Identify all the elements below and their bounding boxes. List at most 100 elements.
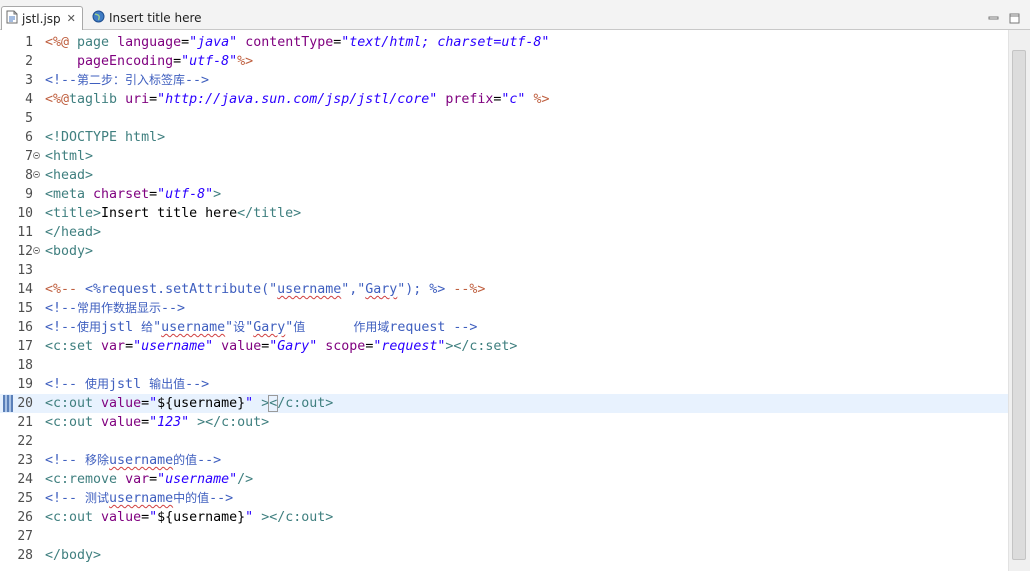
code-token: "utf-8": [181, 54, 238, 69]
code-token: 中的值: [173, 491, 210, 505]
code-line[interactable]: 27: [0, 527, 1008, 546]
code-line[interactable]: 26 <c:out value="${username}" ></c:out>: [0, 508, 1008, 527]
code-token: value: [221, 339, 262, 354]
code-line[interactable]: 15 <!--常用作数据显示-->: [0, 299, 1008, 318]
code-text: <html>: [45, 147, 93, 166]
code-token: "123": [149, 415, 190, 430]
code-line[interactable]: 6 <!DOCTYPE html>: [0, 128, 1008, 147]
code-token: --%>: [453, 282, 486, 297]
code-token: =: [141, 396, 150, 411]
code-token: pageEncoding: [77, 54, 174, 69]
code-token: -->: [209, 491, 234, 506]
code-text: <c:out value="${username}" ></c:out>: [45, 508, 333, 527]
vertical-scrollbar[interactable]: [1008, 30, 1030, 571]
code-token: page: [69, 35, 118, 50]
code-line[interactable]: 19 <!-- 使用jstl 输出值-->: [0, 375, 1008, 394]
line-number: 17: [17, 339, 33, 354]
line-number: 21: [17, 415, 33, 430]
line-number: 3: [25, 73, 33, 88]
code-token: ": [149, 396, 158, 411]
code-token: Insert title here: [101, 206, 238, 221]
line-number: 7: [25, 149, 33, 164]
code-line[interactable]: 23 <!-- 移除username的值-->: [0, 451, 1008, 470]
code-token: %>: [237, 54, 254, 69]
code-token: %>: [525, 92, 550, 107]
fold-toggle-icon[interactable]: [33, 152, 40, 159]
code-line[interactable]: 2 pageEncoding="utf-8"%>: [0, 52, 1008, 71]
code-token: </title>: [237, 206, 302, 221]
code-token: request: [389, 320, 454, 335]
code-token: jstl: [101, 320, 142, 335]
minimize-icon[interactable]: [988, 9, 999, 20]
fold-toggle-icon[interactable]: [33, 171, 40, 178]
tab-jstl-jsp[interactable]: jstl.jsp ✕: [1, 6, 83, 30]
code-token: =: [141, 415, 150, 430]
code-line[interactable]: 7 <html>: [0, 147, 1008, 166]
line-number: 6: [25, 130, 33, 145]
fold-toggle-icon[interactable]: [33, 247, 40, 254]
code-token: scope: [325, 339, 366, 354]
code-line[interactable]: 10 <title>Insert title here</title>: [0, 204, 1008, 223]
code-text: </head>: [45, 223, 101, 242]
code-line[interactable]: 17 <c:set var="username" value="Gary" sco…: [0, 337, 1008, 356]
line-number: 4: [25, 92, 33, 107]
code-token: <body>: [45, 244, 94, 259]
code-token: "); %>: [397, 282, 454, 297]
code-token: "c": [501, 92, 526, 107]
code-token: <title>: [45, 206, 102, 221]
scrollbar-thumb[interactable]: [1012, 50, 1026, 560]
line-number: 5: [25, 111, 33, 126]
code-line[interactable]: 24 <c:remove var="username"/>: [0, 470, 1008, 489]
code-line[interactable]: 22: [0, 432, 1008, 451]
code-line[interactable]: 20 <c:out value="${username}" ></c:out>: [0, 394, 1008, 413]
code-line[interactable]: 4 <%@taglib uri="http://java.sun.com/jsp/…: [0, 90, 1008, 109]
code-text: <head>: [45, 166, 93, 185]
code-line[interactable]: 3 <!--第二步：引入标签库-->: [0, 71, 1008, 90]
line-number: 11: [17, 225, 33, 240]
code-line[interactable]: 1 <%@ page language="java" contentType="t…: [0, 33, 1008, 52]
code-line[interactable]: 13: [0, 261, 1008, 280]
code-line[interactable]: 11 </head>: [0, 223, 1008, 242]
code-token: <meta: [45, 187, 94, 202]
code-text: <title>Insert title here</title>: [45, 204, 301, 223]
code-line[interactable]: 28 </body>: [0, 546, 1008, 565]
code-token: ": [149, 510, 158, 525]
code-line[interactable]: 12 <body>: [0, 242, 1008, 261]
code-text: <body>: [45, 242, 93, 261]
code-token: "java": [189, 35, 238, 50]
code-line[interactable]: 21 <c:out value="123" ></c:out>: [0, 413, 1008, 432]
code-token: <c:remove: [45, 472, 126, 487]
code-token: <%@: [45, 92, 70, 107]
code-line[interactable]: 8 <head>: [0, 166, 1008, 185]
code-editor[interactable]: 1 <%@ page language="java" contentType="t…: [0, 30, 1008, 571]
code-token: "utf-8": [157, 187, 214, 202]
code-token: 给: [141, 320, 154, 334]
code-line[interactable]: 14 <%-- <%request.setAttribute("username"…: [0, 280, 1008, 299]
line-number: 25: [17, 491, 33, 506]
code-token: "request": [373, 339, 446, 354]
code-token: 第二步：引入标签库: [77, 73, 186, 87]
maximize-icon[interactable]: [1009, 9, 1020, 24]
code-token: ": [245, 510, 254, 525]
code-text: <c:out value="${username}" ></c:out>: [45, 394, 333, 413]
code-token: language: [117, 35, 182, 50]
code-token: -->: [185, 377, 210, 392]
line-number: 14: [17, 282, 33, 297]
code-line[interactable]: 16 <!--使用jstl 给"username"设"Gary"值 作用域requ…: [0, 318, 1008, 337]
editor-tab-bar: jstl.jsp ✕ Insert title here: [0, 0, 1030, 30]
code-token: -->: [185, 73, 210, 88]
tab-insert-title-here[interactable]: Insert title here: [88, 6, 228, 30]
code-line[interactable]: 9 <meta charset="utf-8">: [0, 185, 1008, 204]
code-token: <!DOCTYPE html>: [45, 130, 166, 145]
line-number: 10: [17, 206, 33, 221]
code-line[interactable]: 25 <!-- 测试username中的值-->: [0, 489, 1008, 508]
close-icon[interactable]: ✕: [67, 13, 76, 24]
code-token: "username": [157, 472, 238, 487]
code-line[interactable]: 18: [0, 356, 1008, 375]
line-number: 13: [17, 263, 33, 278]
code-token: "text/html; charset=utf-8": [341, 35, 550, 50]
code-line[interactable]: 5: [0, 109, 1008, 128]
code-token: <html>: [45, 149, 94, 164]
